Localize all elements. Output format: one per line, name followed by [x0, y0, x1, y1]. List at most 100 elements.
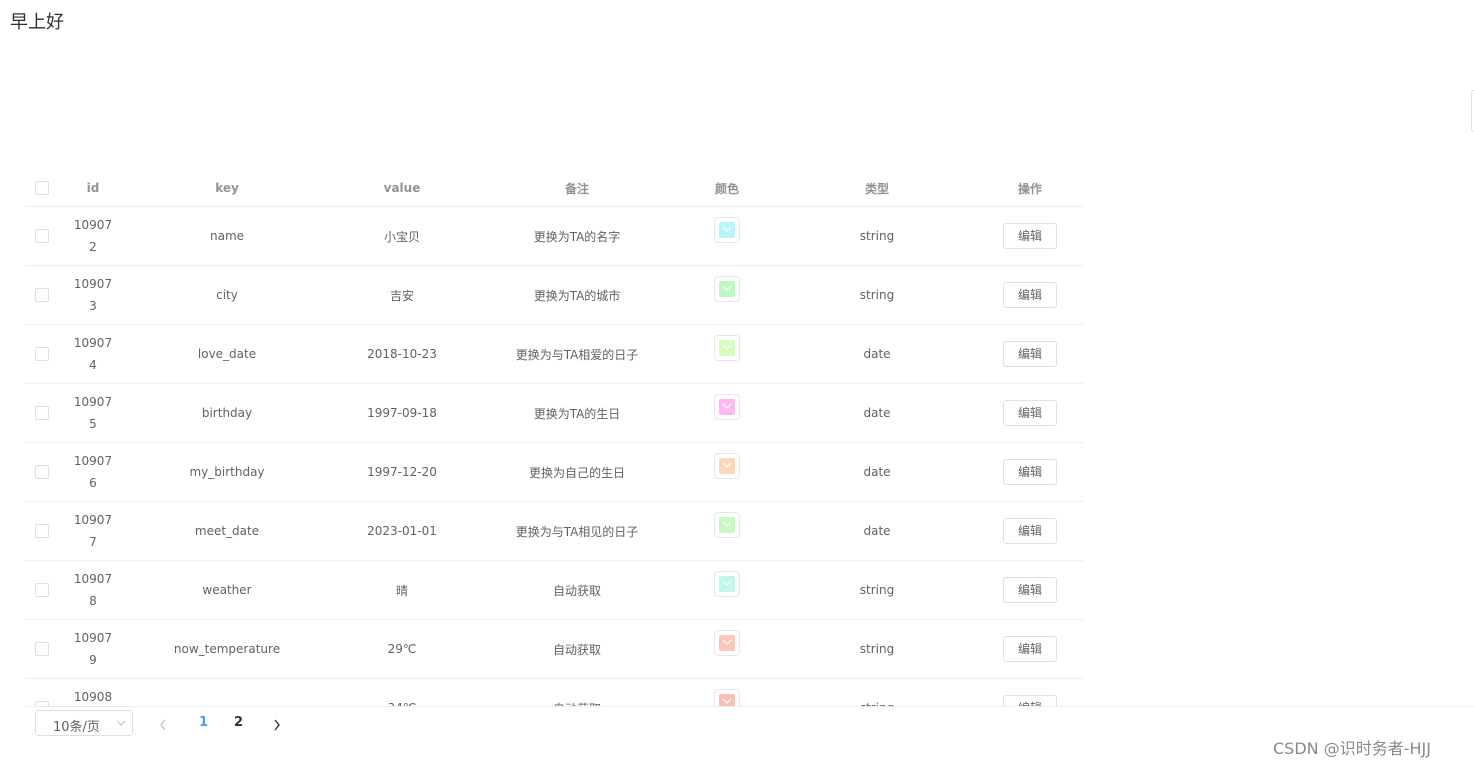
cell-actions: 编辑 [977, 206, 1083, 266]
cell-note: 更换为TA的名字 [477, 206, 677, 266]
header-key: key [127, 170, 327, 207]
row-select-cell [25, 442, 59, 502]
cell-id: 109074 [59, 324, 127, 384]
color-picker[interactable] [714, 452, 740, 479]
cell-value: 1997-12-20 [327, 442, 477, 502]
edit-button[interactable]: 编辑 [1003, 636, 1057, 662]
chevron-down-icon [722, 344, 732, 350]
row-checkbox[interactable] [35, 642, 49, 657]
cell-key: meet_date [127, 501, 327, 561]
cell-id: 109080 [59, 678, 127, 706]
cell-key: weather [127, 560, 327, 620]
cell-value: 吉安 [327, 265, 477, 325]
color-swatch [719, 398, 735, 415]
row-select-cell [25, 206, 59, 266]
cell-value: 2023-01-01 [327, 501, 477, 561]
table-row: 109079 now_temperature 29℃ 自动获取 string 编辑 [25, 619, 1083, 679]
table-row: 109078 weather 晴自动获取 string 编辑 [25, 560, 1083, 620]
id-text: 109078 [73, 572, 113, 608]
id-text: 109080 [73, 690, 113, 704]
color-swatch [719, 339, 735, 356]
id-text: 109074 [73, 336, 113, 372]
header-value: value [327, 170, 477, 207]
id-text: 109075 [73, 395, 113, 431]
chevron-down-icon [722, 580, 732, 586]
cell-note: 更换为自己的生日 [477, 442, 677, 502]
cell-actions: 编辑 [977, 383, 1083, 443]
edit-button[interactable]: 编辑 [1003, 400, 1057, 426]
row-checkbox[interactable] [35, 583, 49, 598]
row-checkbox[interactable] [35, 229, 49, 244]
color-swatch [719, 221, 735, 238]
cell-value: 2018-10-23 [327, 324, 477, 384]
cell-key [127, 678, 327, 706]
edit-button[interactable]: 编辑 [1003, 695, 1057, 706]
color-picker[interactable] [714, 570, 740, 597]
row-select-cell [25, 383, 59, 443]
id-text: 109072 [73, 218, 113, 254]
data-table: id key value 备注 颜色 类型 操作 109072 name 小宝贝 更换… [25, 170, 1083, 706]
page-1-button[interactable]: 1 [199, 715, 208, 730]
cell-id: 109072 [59, 206, 127, 266]
page-2-button[interactable]: 2 [234, 715, 243, 730]
page-size-select[interactable]: 10条/页 [35, 710, 133, 736]
table-row: 109073 city 吉安 更换为TA的城市 string 编辑 [25, 265, 1083, 325]
chevron-down-icon [722, 226, 732, 232]
chevron-down-icon [722, 698, 732, 704]
cell-value: 1997-09-18 [327, 383, 477, 443]
table-row: 109077 meet_date 2023-01-01 更换为与TA相见的日子 date… [25, 501, 1083, 561]
cell-id: 109079 [59, 619, 127, 679]
header-id: id [59, 170, 127, 207]
chevron-down-icon [116, 720, 126, 726]
cell-type: string [777, 619, 977, 679]
cell-id: 109073 [59, 265, 127, 325]
row-checkbox[interactable] [35, 406, 49, 421]
cell-color [677, 442, 777, 502]
watermark: CSDN @识时务者-HJJ [1273, 739, 1431, 758]
edit-button[interactable]: 编辑 [1003, 518, 1057, 544]
edit-button[interactable]: 编辑 [1003, 282, 1057, 308]
cell-note: 自动获取 [477, 619, 677, 679]
row-checkbox[interactable] [35, 288, 49, 303]
cell-type: date [777, 501, 977, 561]
cell-note: 更换为TA的城市 [477, 265, 677, 325]
color-picker[interactable] [714, 216, 740, 243]
cell-color [677, 501, 777, 561]
row-checkbox[interactable] [35, 465, 49, 480]
select-all-header [25, 170, 59, 207]
color-swatch [719, 280, 735, 297]
color-picker[interactable] [714, 393, 740, 420]
id-text: 109079 [73, 631, 113, 667]
cell-type: string [777, 678, 977, 706]
cell-type: date [777, 383, 977, 443]
chevron-down-icon [722, 521, 732, 527]
cell-color [677, 678, 777, 706]
color-picker[interactable] [714, 688, 740, 706]
cell-id: 109077 [59, 501, 127, 561]
row-select-cell [25, 619, 59, 679]
edit-button[interactable]: 编辑 [1003, 341, 1057, 367]
color-picker[interactable] [714, 511, 740, 538]
table-row: 109076 my_birthday 1997-12-20 更换为自己的生日 date 编… [25, 442, 1083, 502]
table-row: 109074 love_date 2018-10-23 更换为与TA相爱的日子 date… [25, 324, 1083, 384]
row-checkbox[interactable] [35, 524, 49, 539]
cell-note: 更换为与TA相爱的日子 [477, 324, 677, 384]
cell-color [677, 265, 777, 325]
color-picker[interactable] [714, 275, 740, 302]
prev-page-button[interactable] [159, 716, 167, 735]
edit-button[interactable]: 编辑 [1003, 577, 1057, 603]
cell-key: now_temperature [127, 619, 327, 679]
color-swatch [719, 693, 735, 706]
color-picker[interactable] [714, 629, 740, 656]
select-all-checkbox[interactable] [35, 181, 49, 196]
color-swatch [719, 516, 735, 533]
color-picker[interactable] [714, 334, 740, 361]
edit-button[interactable]: 编辑 [1003, 459, 1057, 485]
next-page-button[interactable] [273, 716, 281, 735]
id-text: 109077 [73, 513, 113, 549]
color-swatch [719, 457, 735, 474]
edit-button[interactable]: 编辑 [1003, 223, 1057, 249]
cell-type: date [777, 324, 977, 384]
id-text: 109073 [73, 277, 113, 313]
row-checkbox[interactable] [35, 347, 49, 362]
